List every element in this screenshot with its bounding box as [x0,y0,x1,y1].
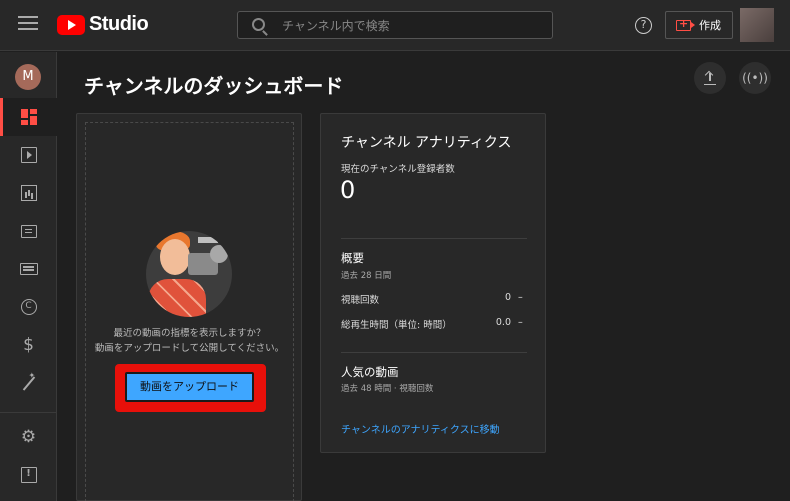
top-videos-period: 過去 48 時間 · 視聴回数 [341,384,434,394]
top-bar: Studio ? 作成 [0,0,790,51]
live-broadcast-icon: ((•)) [742,71,768,85]
sidebar-item-comments[interactable] [0,212,57,250]
sidebar-item-customize[interactable] [0,364,57,402]
sidebar-item-subtitles[interactable] [0,250,57,288]
feedback-icon: ! [20,467,37,483]
top-videos-title: 人気の動画 [341,365,399,379]
watch-time-label: 総再生時間（単位: 時間） [341,320,452,331]
sidebar-item-content[interactable] [0,136,57,174]
watch-time-delta: – [518,317,523,328]
sidebar-item-analytics[interactable] [0,174,57,212]
go-live-button[interactable]: ((•)) [739,62,771,94]
dollar-icon: $ [23,335,34,355]
help-icon[interactable]: ? [635,17,652,34]
subscribers-label: 現在のチャンネル登録者数 [341,164,455,175]
views-label: 視聴回数 [341,295,380,306]
subscribers-count: 0 [340,176,356,204]
sidebar-item-dashboard[interactable] [0,98,57,136]
account-avatar[interactable] [740,8,774,42]
page-title: チャンネルのダッシュボード [84,74,344,98]
search-icon [252,18,265,31]
search-input[interactable] [282,16,542,36]
upload-videos-button[interactable]: 動画をアップロード [125,372,254,402]
sidebar: M C $ ⚙ ! [0,52,57,501]
sidebar-divider [0,412,57,413]
video-icon [20,147,37,163]
youtube-logo-icon [57,14,85,35]
magic-wand-icon [21,371,37,391]
subtitles-icon [19,263,38,275]
menu-icon[interactable] [18,16,38,34]
gear-icon: ⚙ [20,427,37,447]
create-video-icon [676,17,695,31]
camera-person-illustration [146,231,232,317]
divider [341,352,527,353]
upload-prompt-line1: 最近の動画の指標を表示しますか？ [113,328,266,339]
sidebar-item-feedback[interactable]: ! [0,456,57,494]
summary-period: 過去 28 日間 [341,271,392,281]
analytics-card-title: チャンネル アナリティクス [341,135,512,151]
copyright-icon: C [20,299,37,315]
youtube-studio-logo[interactable]: Studio [57,13,149,36]
search-box[interactable] [237,11,553,39]
channel-avatar[interactable]: M [15,64,41,90]
summary-title: 概要 [341,251,364,265]
dashboard-icon [20,109,37,125]
create-button[interactable]: 作成 [665,11,733,39]
comment-icon [20,224,37,238]
views-value: 0 [504,292,511,303]
sidebar-item-settings[interactable]: ⚙ [0,418,57,456]
sidebar-item-earn[interactable]: $ [0,326,57,364]
upload-prompt-line2: 動画をアップロードして公開してください。 [94,343,285,354]
sidebar-item-copyright[interactable]: C [0,288,57,326]
create-button-label: 作成 [699,19,721,32]
upload-icon [704,70,716,85]
go-to-channel-analytics-link[interactable]: チャンネルのアナリティクスに移動 [341,421,500,436]
views-delta: – [518,292,523,303]
analytics-icon [20,185,37,201]
upload-card: 最近の動画の指標を表示しますか？ 動画をアップロードして公開してください。 [76,113,302,501]
divider [341,238,527,239]
studio-wordmark: Studio [89,13,149,35]
upload-video-button[interactable] [694,62,726,94]
channel-analytics-card: チャンネル アナリティクス 現在のチャンネル登録者数 0 概要 過去 28 日間… [320,113,546,453]
watch-time-value: 0.0 [495,317,511,328]
upload-prompt-text: 最近の動画の指標を表示しますか？ 動画をアップロードして公開してください。 [85,326,294,356]
